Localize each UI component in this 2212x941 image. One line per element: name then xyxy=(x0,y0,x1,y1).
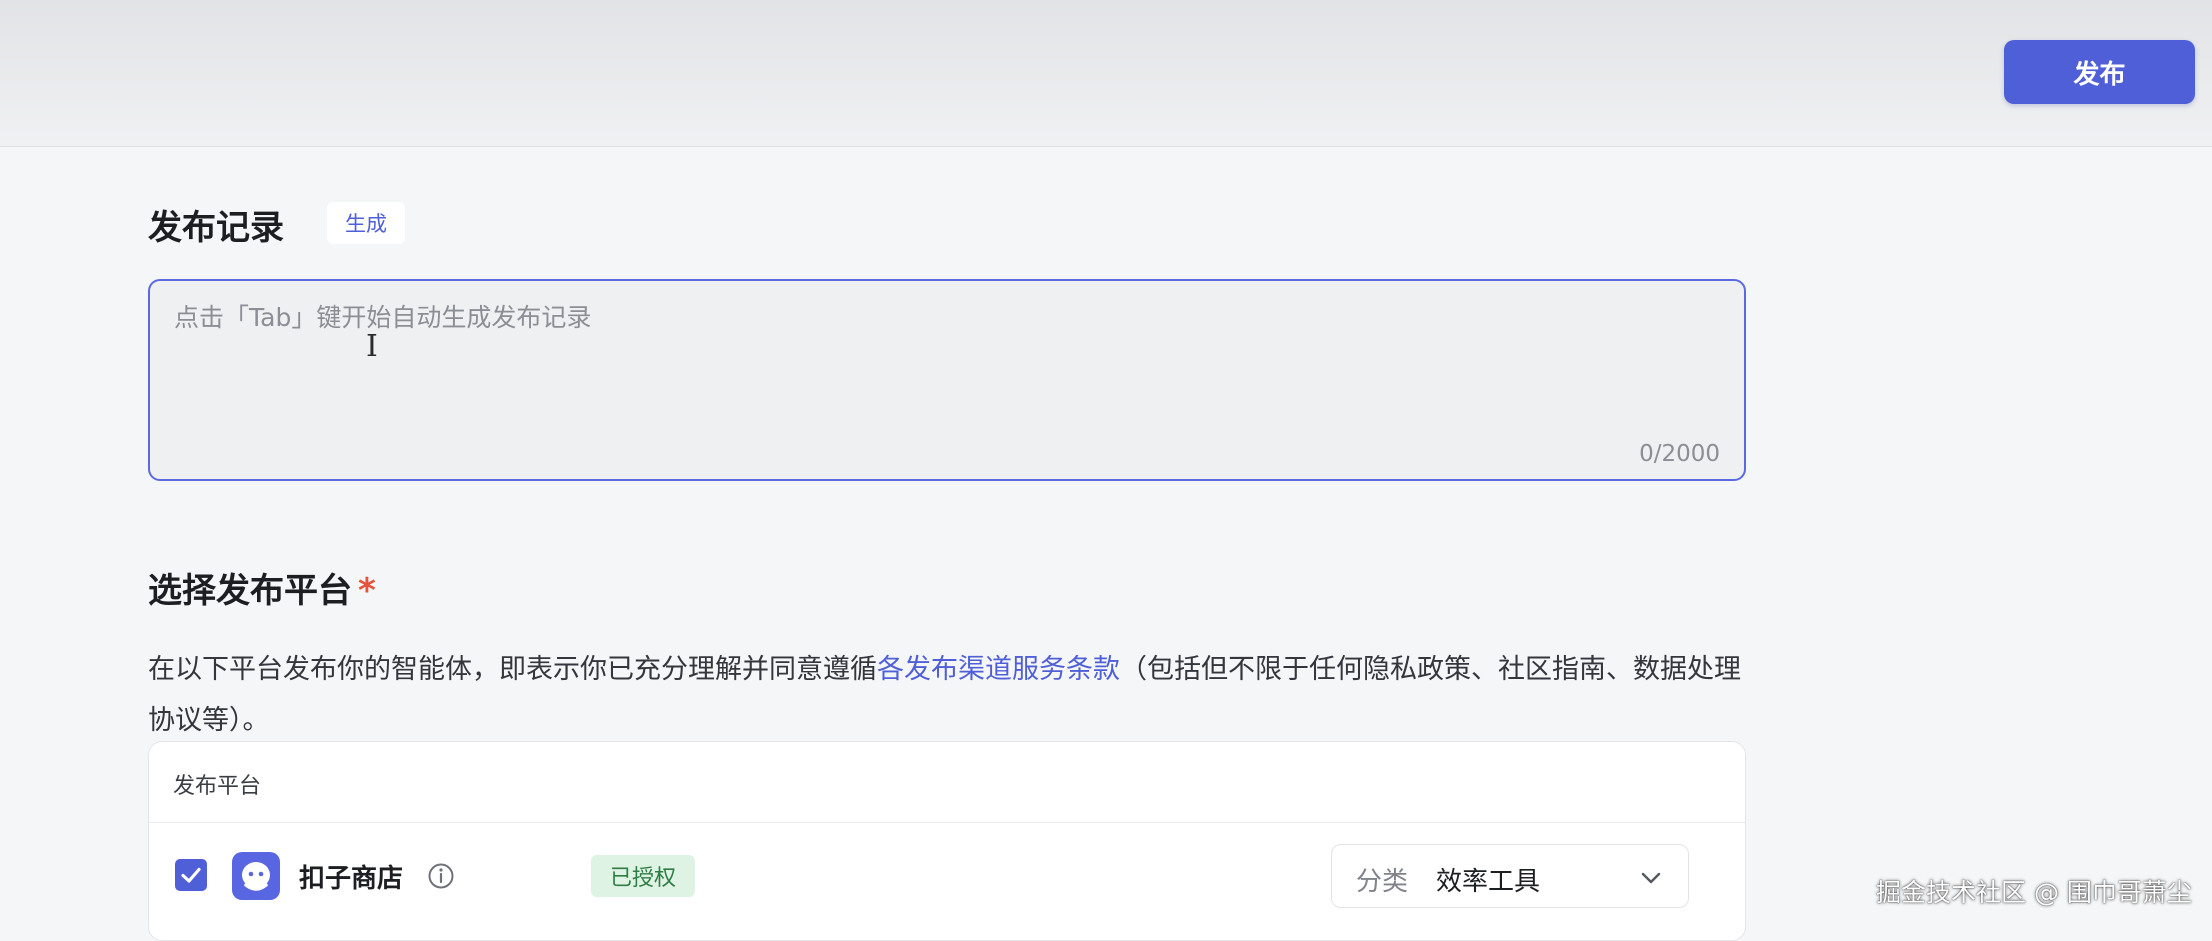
release-notes-placeholder: 点击「Tab」键开始自动生成发布记录 xyxy=(174,303,592,332)
info-icon[interactable] xyxy=(427,862,455,890)
required-mark: * xyxy=(358,571,376,611)
category-value: 效率工具 xyxy=(1436,867,1541,897)
text-cursor-icon: I xyxy=(366,329,378,364)
release-notes-title: 发布记录 xyxy=(148,208,284,248)
chevron-down-icon xyxy=(1641,872,1661,884)
divider xyxy=(149,822,1745,823)
character-counter: 0/2000 xyxy=(1639,441,1720,467)
category-select[interactable]: 分类 效率工具 xyxy=(1331,844,1689,908)
generate-button[interactable]: 生成 xyxy=(327,202,405,244)
kouzi-store-logo-icon xyxy=(232,852,280,900)
platform-section-title: 选择发布平台 * xyxy=(148,563,376,612)
platform-table: 发布平台 扣子商店 已授权 分类 效率工具 xyxy=(148,741,1746,941)
platform-checkbox[interactable] xyxy=(175,859,207,891)
publish-button[interactable]: 发布 xyxy=(2004,40,2195,104)
platform-section-title-text: 选择发布平台 xyxy=(148,571,352,611)
category-label: 分类 xyxy=(1356,867,1409,897)
watermark: 掘金技术社区 @ 围巾哥萧尘 xyxy=(1876,878,2192,907)
terms-text-before: 在以下平台发布你的智能体，即表示你已充分理解并同意遵循 xyxy=(148,654,877,685)
platform-name: 扣子商店 xyxy=(299,864,404,894)
platform-table-header: 发布平台 xyxy=(173,774,262,799)
check-icon xyxy=(181,867,201,883)
authorized-badge: 已授权 xyxy=(591,855,695,897)
top-bar: 发布 xyxy=(0,0,2212,147)
platform-terms-description: 在以下平台发布你的智能体，即表示你已充分理解并同意遵循各发布渠道服务条款（包括但… xyxy=(148,644,1748,746)
terms-link[interactable]: 各发布渠道服务条款 xyxy=(877,654,1120,685)
release-notes-textarea[interactable]: 点击「Tab」键开始自动生成发布记录 I 0/2000 xyxy=(148,279,1746,481)
